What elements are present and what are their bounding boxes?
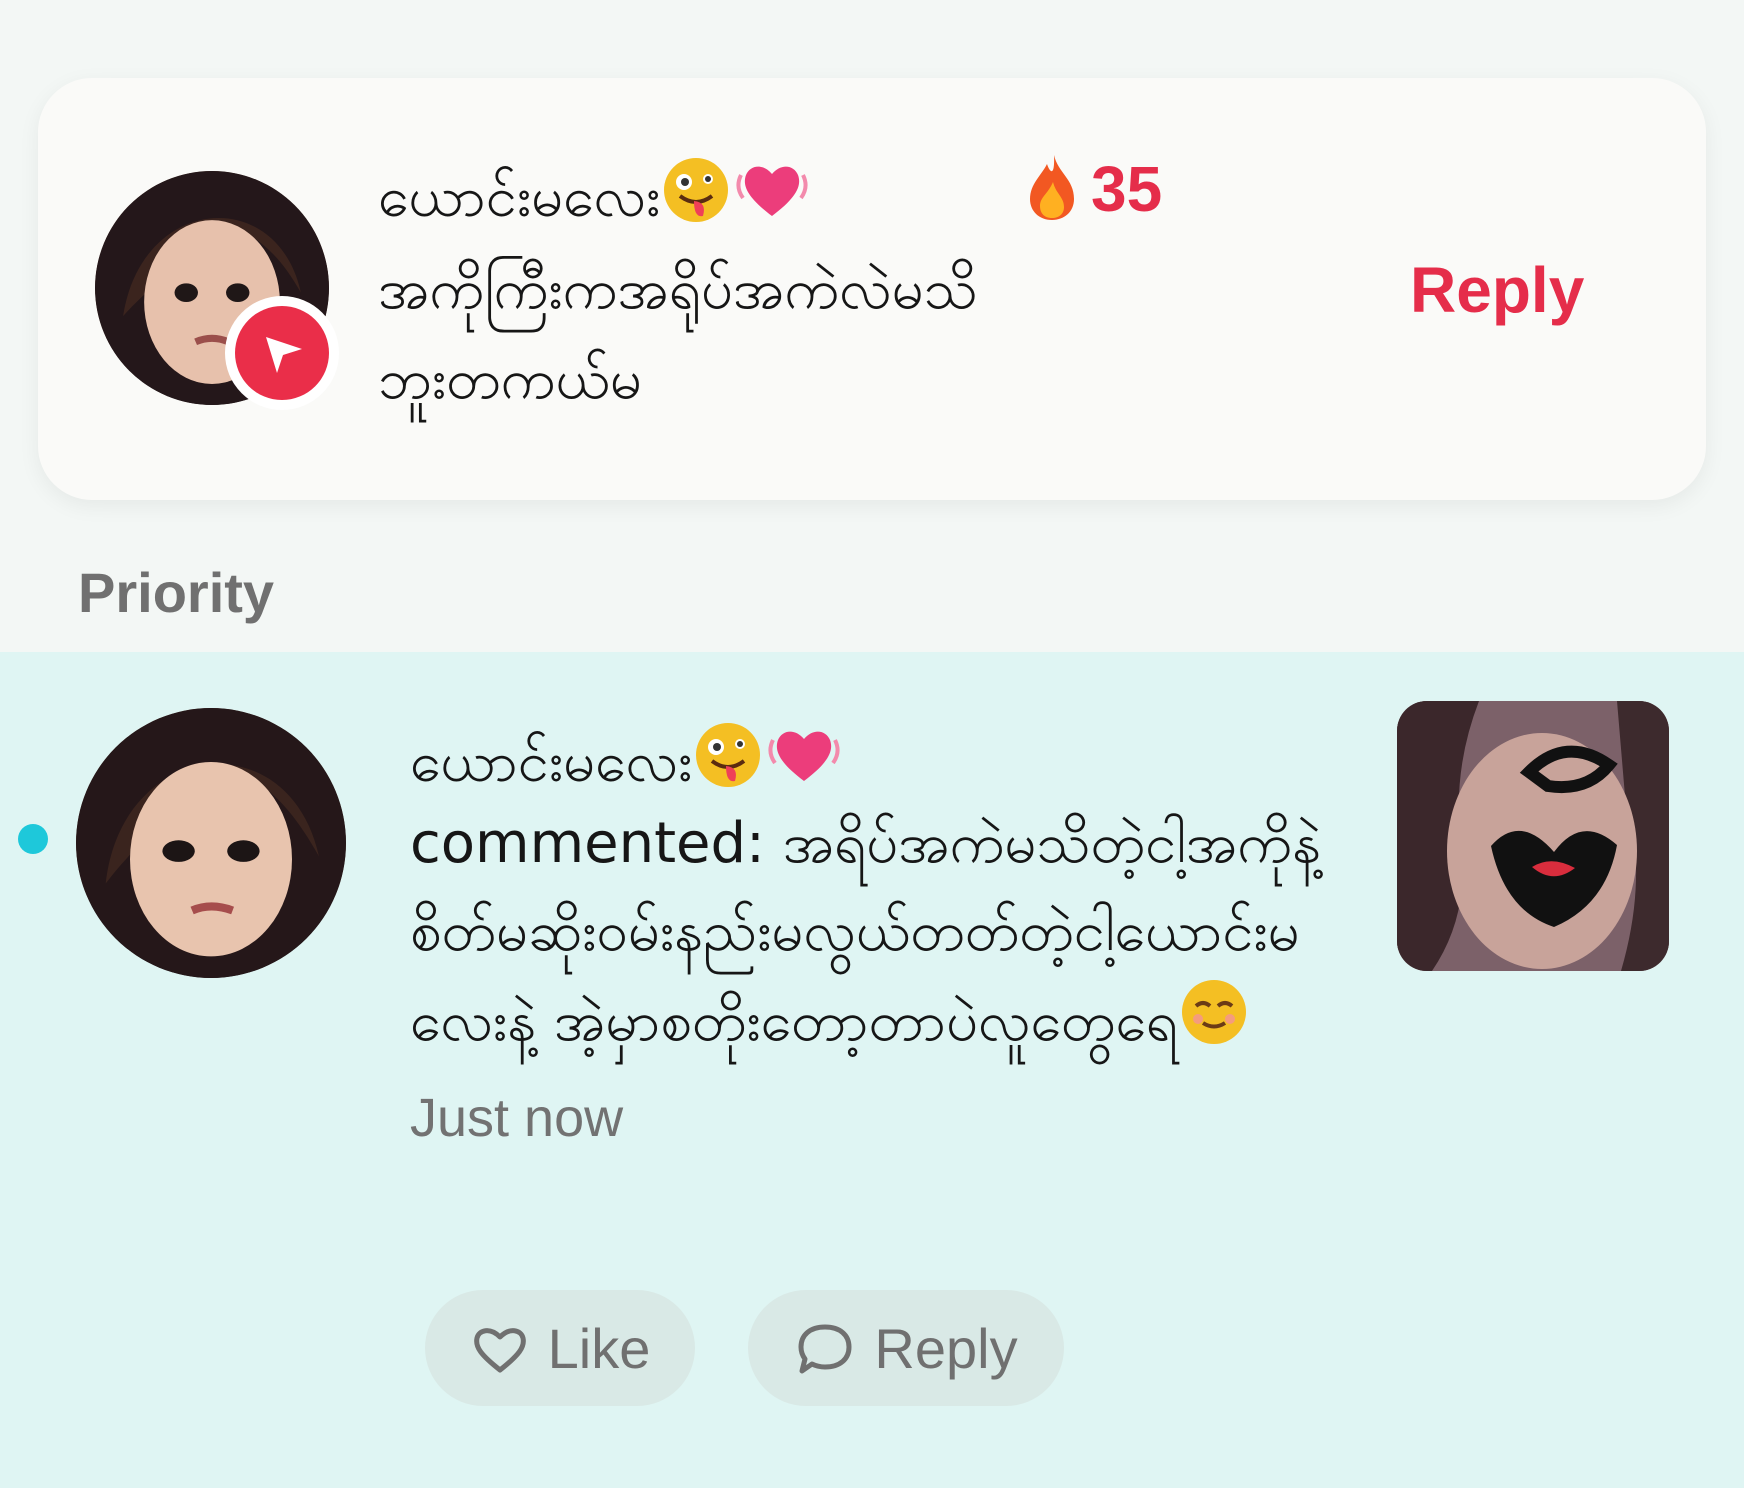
- top-username-text: ယောင်းမလေး: [378, 164, 661, 230]
- streak-indicator: 35: [1023, 150, 1162, 228]
- top-reply-button[interactable]: Reply: [1410, 250, 1584, 330]
- reply-button[interactable]: Reply: [748, 1290, 1064, 1406]
- send-icon: [225, 296, 339, 410]
- reply-label: Reply: [874, 1316, 1018, 1380]
- comment-thumbnail[interactable]: [1397, 701, 1669, 971]
- priority-section-label: Priority: [78, 561, 275, 624]
- streak-count: 35: [1091, 153, 1163, 225]
- unread-indicator: [18, 824, 48, 854]
- silly-face-icon: [660, 154, 732, 247]
- notification-message: commented: အရိပ်အကဲမသိတဲ့ငါ့အကိုနဲ့ စိတ်…: [410, 800, 1340, 1162]
- silly-face-icon: [692, 719, 764, 812]
- speech-bubble-icon: [794, 1319, 856, 1377]
- beating-heart-icon: [732, 150, 812, 251]
- avatar[interactable]: [76, 708, 346, 978]
- fire-icon: [1023, 151, 1083, 227]
- top-message: အကိုကြီးကအရိုပ်အကဲလဲမသိ ဘူးတကယ်မ: [378, 245, 978, 425]
- top-username: ယောင်းမလေး: [378, 150, 812, 251]
- heart-outline-icon: [470, 1320, 530, 1376]
- notification-username-text: ယောင်းမလေး: [410, 729, 693, 795]
- like-button[interactable]: Like: [425, 1290, 695, 1406]
- top-message-text: အကိုကြီးကအရိုပ်အကဲလဲမသိ ဘူးတကယ်မ: [378, 257, 978, 412]
- timestamp: Just now: [410, 1088, 624, 1148]
- relieved-face-icon: [1178, 976, 1250, 1074]
- like-label: Like: [547, 1316, 651, 1380]
